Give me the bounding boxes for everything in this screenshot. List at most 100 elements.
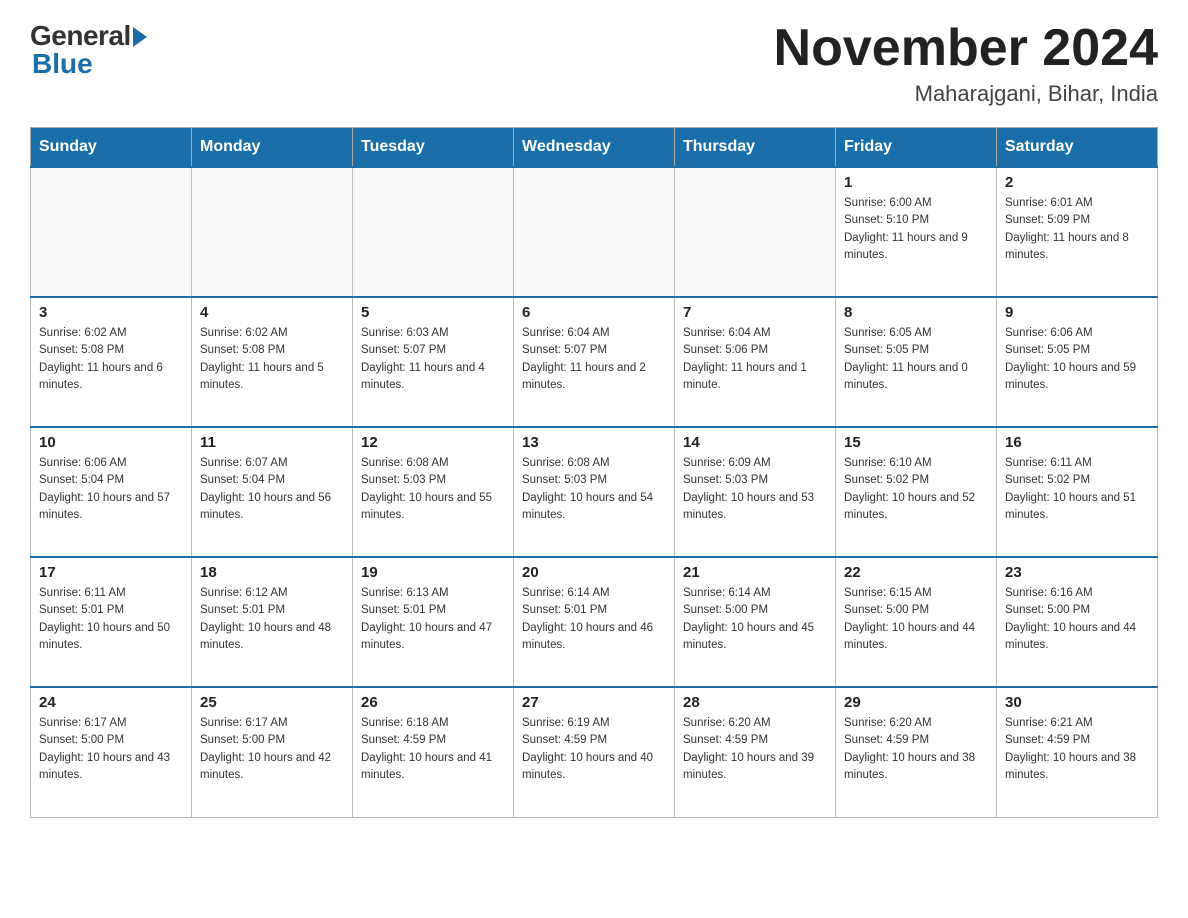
day-number: 20 bbox=[522, 564, 666, 581]
day-number: 25 bbox=[200, 694, 344, 711]
col-sunday: Sunday bbox=[31, 128, 192, 168]
day-info: Sunrise: 6:10 AM Sunset: 5:02 PM Dayligh… bbox=[844, 455, 988, 524]
day-number: 9 bbox=[1005, 304, 1149, 321]
calendar-cell: 6 Sunrise: 6:04 AM Sunset: 5:07 PM Daylig… bbox=[514, 297, 675, 427]
day-info: Sunrise: 6:14 AM Sunset: 5:00 PM Dayligh… bbox=[683, 585, 827, 654]
day-info: Sunrise: 6:01 AM Sunset: 5:09 PM Dayligh… bbox=[1005, 195, 1149, 264]
day-number: 13 bbox=[522, 434, 666, 451]
day-info: Sunrise: 6:06 AM Sunset: 5:04 PM Dayligh… bbox=[39, 455, 183, 524]
day-info: Sunrise: 6:17 AM Sunset: 5:00 PM Dayligh… bbox=[200, 715, 344, 784]
col-thursday: Thursday bbox=[675, 128, 836, 168]
calendar-cell: 3 Sunrise: 6:02 AM Sunset: 5:08 PM Daylig… bbox=[31, 297, 192, 427]
day-number: 19 bbox=[361, 564, 505, 581]
calendar-cell: 13 Sunrise: 6:08 AM Sunset: 5:03 PM Dayli… bbox=[514, 427, 675, 557]
calendar-cell bbox=[192, 167, 353, 297]
day-info: Sunrise: 6:04 AM Sunset: 5:07 PM Dayligh… bbox=[522, 325, 666, 394]
day-number: 29 bbox=[844, 694, 988, 711]
calendar-cell: 19Sunrise: 6:13 AM Sunset: 5:01 PM Dayli… bbox=[353, 557, 514, 687]
col-wednesday: Wednesday bbox=[514, 128, 675, 168]
calendar-cell: 12 Sunrise: 6:08 AM Sunset: 5:03 PM Dayli… bbox=[353, 427, 514, 557]
day-info: Sunrise: 6:11 AM Sunset: 5:02 PM Dayligh… bbox=[1005, 455, 1149, 524]
calendar-cell: 15Sunrise: 6:10 AM Sunset: 5:02 PM Dayli… bbox=[836, 427, 997, 557]
day-info: Sunrise: 6:05 AM Sunset: 5:05 PM Dayligh… bbox=[844, 325, 988, 394]
day-number: 23 bbox=[1005, 564, 1149, 581]
week-row: 3 Sunrise: 6:02 AM Sunset: 5:08 PM Daylig… bbox=[31, 297, 1158, 427]
day-number: 10 bbox=[39, 434, 183, 451]
calendar-cell: 17 Sunrise: 6:11 AM Sunset: 5:01 PM Dayli… bbox=[31, 557, 192, 687]
week-row: 24 Sunrise: 6:17 AM Sunset: 5:00 PM Dayli… bbox=[31, 687, 1158, 817]
calendar-cell: 30 Sunrise: 6:21 AM Sunset: 4:59 PM Dayli… bbox=[997, 687, 1158, 817]
day-number: 27 bbox=[522, 694, 666, 711]
col-saturday: Saturday bbox=[997, 128, 1158, 168]
col-monday: Monday bbox=[192, 128, 353, 168]
day-number: 4 bbox=[200, 304, 344, 321]
week-row: 17 Sunrise: 6:11 AM Sunset: 5:01 PM Dayli… bbox=[31, 557, 1158, 687]
calendar-cell: 29 Sunrise: 6:20 AM Sunset: 4:59 PM Dayli… bbox=[836, 687, 997, 817]
day-info: Sunrise: 6:08 AM Sunset: 5:03 PM Dayligh… bbox=[522, 455, 666, 524]
calendar-cell: 25 Sunrise: 6:17 AM Sunset: 5:00 PM Dayli… bbox=[192, 687, 353, 817]
day-number: 17 bbox=[39, 564, 183, 581]
day-number: 8 bbox=[844, 304, 988, 321]
day-info: Sunrise: 6:14 AM Sunset: 5:01 PM Dayligh… bbox=[522, 585, 666, 654]
day-number: 14 bbox=[683, 434, 827, 451]
day-number: 16 bbox=[1005, 434, 1149, 451]
calendar-cell: 28Sunrise: 6:20 AM Sunset: 4:59 PM Dayli… bbox=[675, 687, 836, 817]
day-info: Sunrise: 6:02 AM Sunset: 5:08 PM Dayligh… bbox=[39, 325, 183, 394]
calendar-header-row: Sunday Monday Tuesday Wednesday Thursday… bbox=[31, 128, 1158, 168]
day-info: Sunrise: 6:09 AM Sunset: 5:03 PM Dayligh… bbox=[683, 455, 827, 524]
calendar-cell bbox=[31, 167, 192, 297]
day-number: 28 bbox=[683, 694, 827, 711]
day-number: 2 bbox=[1005, 174, 1149, 191]
calendar-cell: 8 Sunrise: 6:05 AM Sunset: 5:05 PM Daylig… bbox=[836, 297, 997, 427]
calendar-cell: 20 Sunrise: 6:14 AM Sunset: 5:01 PM Dayli… bbox=[514, 557, 675, 687]
calendar-cell: 16 Sunrise: 6:11 AM Sunset: 5:02 PM Dayli… bbox=[997, 427, 1158, 557]
calendar-cell: 9Sunrise: 6:06 AM Sunset: 5:05 PM Daylig… bbox=[997, 297, 1158, 427]
day-number: 26 bbox=[361, 694, 505, 711]
day-number: 21 bbox=[683, 564, 827, 581]
calendar-cell: 11 Sunrise: 6:07 AM Sunset: 5:04 PM Dayli… bbox=[192, 427, 353, 557]
page-header: General Blue November 2024 Maharajgani, … bbox=[30, 20, 1158, 107]
calendar-cell: 27Sunrise: 6:19 AM Sunset: 4:59 PM Dayli… bbox=[514, 687, 675, 817]
logo-arrow-icon bbox=[133, 27, 147, 47]
col-friday: Friday bbox=[836, 128, 997, 168]
day-number: 24 bbox=[39, 694, 183, 711]
day-info: Sunrise: 6:11 AM Sunset: 5:01 PM Dayligh… bbox=[39, 585, 183, 654]
calendar-cell: 10 Sunrise: 6:06 AM Sunset: 5:04 PM Dayli… bbox=[31, 427, 192, 557]
day-info: Sunrise: 6:21 AM Sunset: 4:59 PM Dayligh… bbox=[1005, 715, 1149, 784]
day-number: 30 bbox=[1005, 694, 1149, 711]
calendar-table: Sunday Monday Tuesday Wednesday Thursday… bbox=[30, 127, 1158, 818]
day-info: Sunrise: 6:16 AM Sunset: 5:00 PM Dayligh… bbox=[1005, 585, 1149, 654]
day-info: Sunrise: 6:08 AM Sunset: 5:03 PM Dayligh… bbox=[361, 455, 505, 524]
day-info: Sunrise: 6:04 AM Sunset: 5:06 PM Dayligh… bbox=[683, 325, 827, 394]
calendar-cell: 24 Sunrise: 6:17 AM Sunset: 5:00 PM Dayli… bbox=[31, 687, 192, 817]
calendar-cell: 22Sunrise: 6:15 AM Sunset: 5:00 PM Dayli… bbox=[836, 557, 997, 687]
logo-blue-text: Blue bbox=[32, 48, 93, 80]
calendar-cell: 2 Sunrise: 6:01 AM Sunset: 5:09 PM Daylig… bbox=[997, 167, 1158, 297]
day-number: 22 bbox=[844, 564, 988, 581]
calendar-cell: 21 Sunrise: 6:14 AM Sunset: 5:00 PM Dayli… bbox=[675, 557, 836, 687]
day-info: Sunrise: 6:20 AM Sunset: 4:59 PM Dayligh… bbox=[844, 715, 988, 784]
day-number: 6 bbox=[522, 304, 666, 321]
week-row: 10 Sunrise: 6:06 AM Sunset: 5:04 PM Dayli… bbox=[31, 427, 1158, 557]
calendar-cell: 18 Sunrise: 6:12 AM Sunset: 5:01 PM Dayli… bbox=[192, 557, 353, 687]
calendar-cell: 4Sunrise: 6:02 AM Sunset: 5:08 PM Daylig… bbox=[192, 297, 353, 427]
day-number: 12 bbox=[361, 434, 505, 451]
day-number: 5 bbox=[361, 304, 505, 321]
day-info: Sunrise: 6:07 AM Sunset: 5:04 PM Dayligh… bbox=[200, 455, 344, 524]
location-title: Maharajgani, Bihar, India bbox=[774, 81, 1158, 107]
day-info: Sunrise: 6:12 AM Sunset: 5:01 PM Dayligh… bbox=[200, 585, 344, 654]
day-info: Sunrise: 6:18 AM Sunset: 4:59 PM Dayligh… bbox=[361, 715, 505, 784]
day-number: 1 bbox=[844, 174, 988, 191]
col-tuesday: Tuesday bbox=[353, 128, 514, 168]
title-section: November 2024 Maharajgani, Bihar, India bbox=[774, 20, 1158, 107]
day-info: Sunrise: 6:17 AM Sunset: 5:00 PM Dayligh… bbox=[39, 715, 183, 784]
calendar-cell: 1 Sunrise: 6:00 AM Sunset: 5:10 PM Daylig… bbox=[836, 167, 997, 297]
month-title: November 2024 bbox=[774, 20, 1158, 77]
day-number: 11 bbox=[200, 434, 344, 451]
calendar-cell bbox=[353, 167, 514, 297]
day-number: 3 bbox=[39, 304, 183, 321]
day-number: 18 bbox=[200, 564, 344, 581]
logo: General Blue bbox=[30, 20, 147, 80]
day-info: Sunrise: 6:00 AM Sunset: 5:10 PM Dayligh… bbox=[844, 195, 988, 264]
day-number: 7 bbox=[683, 304, 827, 321]
